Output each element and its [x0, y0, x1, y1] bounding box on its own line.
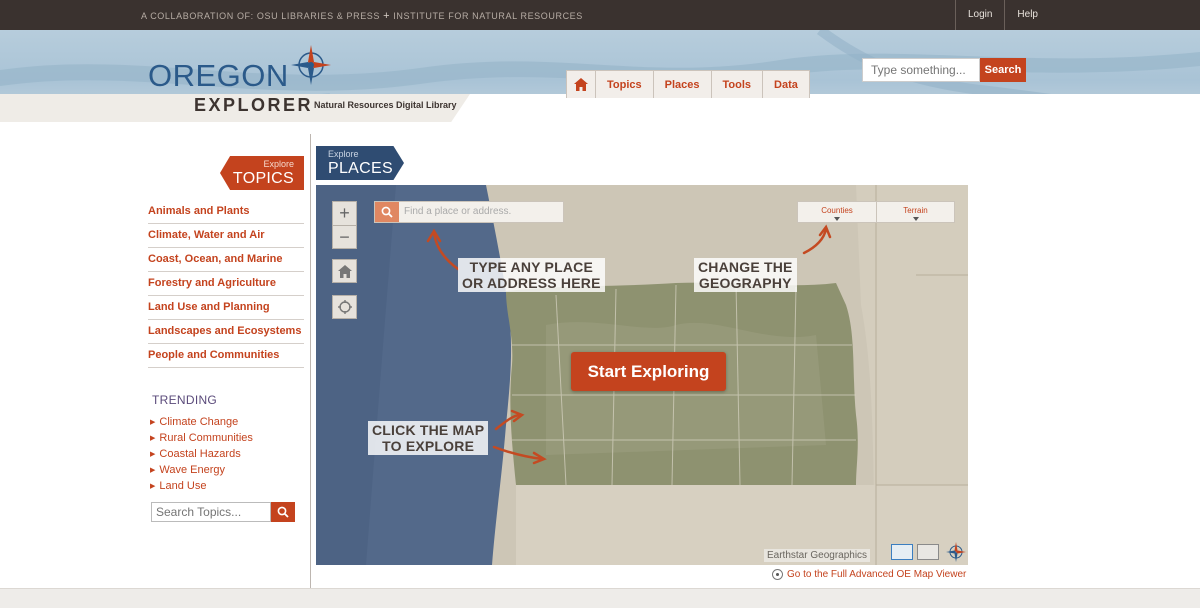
tab-data[interactable]: Data [762, 70, 810, 98]
zoom-in-button[interactable]: + [333, 202, 356, 225]
callout-search-line1: TYPE ANY PLACE [469, 259, 593, 275]
home-icon [574, 78, 588, 91]
trending-list: ▶ Climate Change ▶ Rural Communities ▶ Coas… [150, 414, 253, 494]
zoom-out-button[interactable]: − [333, 225, 356, 248]
topic-link[interactable]: Forestry and Agriculture [148, 272, 304, 296]
explore-places-big: PLACES [328, 160, 393, 177]
tab-tools[interactable]: Tools [710, 70, 764, 98]
header-search-input[interactable] [862, 58, 980, 82]
callout-click-map: CLICK THE MAP TO EXPLORE [368, 421, 489, 455]
collab-prefix: A COLLABORATION OF: [141, 11, 254, 21]
search-icon [277, 506, 289, 518]
top-bar: A COLLABORATION OF: OSU LIBRARIES & PRES… [0, 0, 1200, 30]
trending-label: Rural Communities [159, 432, 253, 444]
topic-link[interactable]: Coast, Ocean, and Marine [148, 248, 304, 272]
compass-rose-icon[interactable] [946, 542, 966, 562]
callout-click-line2: TO EXPLORE [382, 438, 475, 454]
explore-topics-flag: Explore TOPICS [220, 156, 304, 190]
topic-search-input[interactable] [151, 502, 271, 522]
geography-selector: Counties Terrain [797, 201, 955, 223]
topic-link[interactable]: People and Communities [148, 344, 304, 368]
trending-title: TRENDING [152, 393, 218, 407]
basemap-toggle-gray[interactable] [917, 544, 939, 560]
top-links: Login Help [954, 0, 1050, 30]
callout-geo-line1: CHANGE THE [698, 259, 793, 275]
trending-item[interactable]: ▶ Climate Change [150, 414, 253, 430]
login-link[interactable]: Login [954, 0, 1004, 30]
trending-item[interactable]: ▶ Wave Energy [150, 462, 253, 478]
trending-item[interactable]: ▶ Land Use [150, 478, 253, 494]
chevron-right-icon: ▶ [150, 483, 156, 490]
trending-item[interactable]: ▶ Rural Communities [150, 430, 253, 446]
collab-org-institute[interactable]: INSTITUTE FOR NATURAL RESOURCES [393, 11, 583, 21]
logo-oregon[interactable]: OREGON [148, 58, 289, 94]
map-attribution: Earthstar Geographics [764, 549, 871, 562]
logo-tagline: Natural Resources Digital Library [314, 100, 457, 110]
column-divider [310, 134, 311, 608]
trending-label: Wave Energy [159, 464, 226, 476]
full-map-viewer-label: Go to the Full Advanced OE Map Viewer [787, 569, 967, 580]
callout-search: TYPE ANY PLACE OR ADDRESS HERE [458, 258, 605, 292]
topic-list: Animals and Plants Climate, Water and Ai… [148, 200, 304, 368]
collaboration-credit: A COLLABORATION OF: OSU LIBRARIES & PRES… [141, 10, 583, 22]
trending-label: Coastal Hazards [159, 448, 241, 460]
callout-click-line1: CLICK THE MAP [372, 422, 485, 438]
interactive-map[interactable]: + − Find a place or address. Counties Te… [316, 185, 968, 565]
topic-link[interactable]: Land Use and Planning [148, 296, 304, 320]
collab-org-libraries[interactable]: OSU LIBRARIES & PRESS [257, 11, 380, 21]
explore-topics-big: TOPICS [232, 170, 294, 187]
tab-topics[interactable]: Topics [595, 70, 654, 98]
topic-link[interactable]: Landscapes and Ecosystems [148, 320, 304, 344]
callout-search-line2: OR ADDRESS HERE [462, 275, 601, 291]
search-icon [381, 206, 393, 218]
tab-home[interactable] [566, 70, 596, 98]
header-search: Search [862, 58, 1026, 82]
callout-geo-line2: GEOGRAPHY [698, 275, 792, 291]
place-search-field[interactable]: Find a place or address. [374, 201, 564, 223]
help-link[interactable]: Help [1004, 0, 1050, 30]
full-map-viewer-link[interactable]: Go to the Full Advanced OE Map Viewer [772, 569, 966, 580]
chevron-right-icon: ▶ [150, 419, 156, 426]
explore-places-flag: Explore PLACES [316, 146, 404, 180]
logo-explorer[interactable]: EXPLORER [194, 95, 313, 116]
chevron-right-icon: ▶ [150, 467, 156, 474]
locate-icon [337, 300, 352, 314]
place-search-icon-box[interactable] [375, 202, 399, 222]
trending-item[interactable]: ▶ Coastal Hazards [150, 446, 253, 462]
map-viewer-icon [772, 569, 783, 580]
trending-label: Land Use [159, 480, 207, 492]
collab-separator: + [383, 10, 391, 22]
home-icon [337, 264, 352, 278]
map-home-button[interactable] [332, 259, 357, 283]
geo-option-counties[interactable]: Counties [798, 202, 876, 222]
compass-rose-icon [291, 45, 331, 85]
explore-places-small: Explore [328, 149, 359, 159]
tab-places[interactable]: Places [652, 70, 712, 98]
main-nav: Topics Places Tools Data [566, 70, 810, 98]
basemap-toggle-light[interactable] [891, 544, 913, 560]
topic-link[interactable]: Animals and Plants [148, 200, 304, 224]
locate-button[interactable] [332, 295, 357, 319]
topic-search [151, 502, 295, 522]
start-exploring-button[interactable]: Start Exploring [571, 352, 726, 391]
geo-option-terrain[interactable]: Terrain [876, 202, 954, 222]
chevron-right-icon: ▶ [150, 451, 156, 458]
zoom-control: + − [332, 201, 357, 249]
footer-band [0, 588, 1200, 608]
callout-geography: CHANGE THE GEOGRAPHY [694, 258, 797, 292]
chevron-right-icon: ▶ [150, 435, 156, 442]
explore-topics-small: Explore [263, 159, 294, 169]
trending-label: Climate Change [159, 416, 239, 428]
topic-link[interactable]: Climate, Water and Air [148, 224, 304, 248]
place-search-placeholder: Find a place or address. [404, 206, 512, 217]
topic-search-button[interactable] [271, 502, 295, 522]
header-search-button[interactable]: Search [980, 58, 1026, 82]
